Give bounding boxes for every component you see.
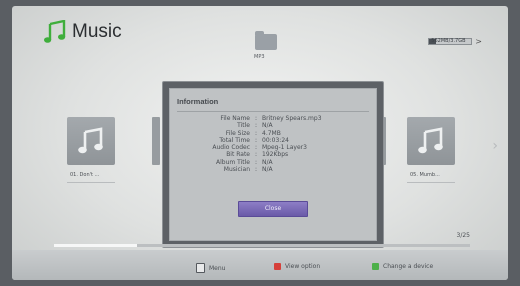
info-row: Bit Rate:192Kbps <box>170 151 376 158</box>
info-row: File Size:4.7MB <box>170 130 376 137</box>
music-thumb-2[interactable] <box>407 117 455 165</box>
view-option-label: View option <box>285 263 321 270</box>
view-option-hint[interactable]: View option <box>274 263 320 270</box>
info-rows: File Name: Britney Spears.mp3 Title: N/A F… <box>170 115 376 173</box>
info-value: 4.7MB <box>262 129 281 137</box>
change-device-hint[interactable]: Change a device <box>372 263 433 270</box>
music-note-icon <box>418 127 443 154</box>
app-title: Music <box>44 20 122 44</box>
red-button-icon <box>274 263 281 270</box>
thumb-divider <box>407 182 455 183</box>
music-note-icon <box>44 20 66 43</box>
green-button-icon <box>372 263 379 270</box>
page-indicator: 3/25 <box>456 232 470 239</box>
app-title-text: Music <box>72 21 122 42</box>
info-key: Audio Codec <box>212 144 250 152</box>
info-row: Musician: N/A <box>170 166 376 173</box>
info-value: 192Kbps <box>262 151 289 159</box>
storage-label: 562MB/3.7GB <box>431 38 466 44</box>
info-colon: : <box>254 151 258 159</box>
info-row: Album Title: N/A <box>170 159 376 166</box>
information-panel: Information File Name: Britney Spears.mp3… <box>169 88 377 241</box>
close-button[interactable]: Close <box>238 201 308 217</box>
info-key: Musician <box>223 166 250 174</box>
info-colon: : <box>254 166 258 174</box>
music-screen: Music MP3 562MB/3.7GB > 01. Don't ... 05… <box>12 6 508 280</box>
info-key: Album Title <box>216 158 250 166</box>
info-colon: : <box>254 158 258 166</box>
change-device-label: Change a device <box>383 263 434 270</box>
info-colon: : <box>254 144 258 152</box>
info-value: 00:03:24 <box>262 136 289 144</box>
music-note-icon <box>78 127 103 154</box>
info-colon: : <box>254 136 258 144</box>
dialog-title: Information <box>177 97 219 106</box>
menu-label: Menu <box>209 264 226 272</box>
info-value: Britney Spears.mp3 <box>262 115 322 122</box>
menu-icon <box>196 263 205 273</box>
folder-label: MP3 <box>254 54 265 60</box>
info-key: Title <box>237 122 250 130</box>
menu-hint[interactable]: Menu <box>196 263 225 273</box>
info-row: Title: N/A <box>170 122 376 129</box>
info-colon: : <box>254 115 258 122</box>
info-key: Bit Rate <box>226 151 250 159</box>
info-value: N/A <box>262 122 273 130</box>
thumb-divider <box>67 182 115 183</box>
info-key: Total Time <box>219 136 250 144</box>
info-key: File Size <box>225 129 250 137</box>
progress-fill <box>54 244 138 247</box>
thumb-partial <box>152 117 160 165</box>
thumb-caption: 05. Mumb... <box>410 172 440 178</box>
progress-bar <box>54 244 470 247</box>
info-value: Mpeg-1 Layer3 <box>262 144 307 152</box>
thumb-caption: 01. Don't ... <box>70 172 100 178</box>
info-row: Total Time:00:03:24 <box>170 137 376 144</box>
info-key: File Name <box>220 115 250 122</box>
music-thumb-1[interactable] <box>67 117 115 165</box>
hint-bar: Menu View option Change a device <box>12 250 508 280</box>
info-colon: : <box>254 122 258 130</box>
folder-icon[interactable] <box>255 31 277 50</box>
information-dialog: Information File Name: Britney Spears.mp3… <box>162 81 384 248</box>
info-value: N/A <box>262 166 273 174</box>
device-storage[interactable]: 562MB/3.7GB > <box>428 37 482 46</box>
info-row: Audio Codec: Mpeg-1 Layer3 <box>170 144 376 151</box>
divider <box>177 111 369 112</box>
info-value: N/A <box>262 158 273 166</box>
storage-bar: 562MB/3.7GB <box>428 38 473 45</box>
chevron-right-icon: > <box>475 37 482 46</box>
info-colon: : <box>254 129 258 137</box>
chevron-right-icon[interactable]: › <box>492 138 498 154</box>
info-row: File Name: Britney Spears.mp3 <box>170 115 376 122</box>
